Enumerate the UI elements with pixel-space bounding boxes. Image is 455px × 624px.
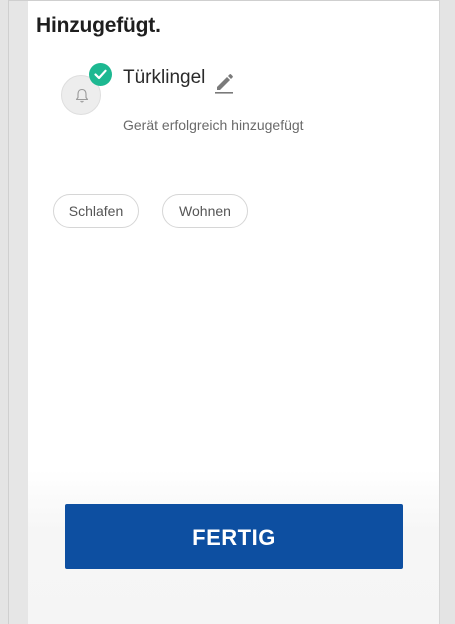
status-text: Gerät erfolgreich hinzugefügt [123,117,304,133]
page-title: Hinzugefügt. [36,14,161,37]
top-divider [9,0,439,1]
done-button[interactable]: FERTIG [65,504,403,569]
right-edge [439,0,455,624]
app-frame: Hinzugefügt. Türklingel Gerät erfolgreic… [0,0,455,624]
bell-icon [75,88,89,103]
check-circle-icon [89,63,112,86]
device-name: Türklingel [123,67,206,88]
left-edge [0,0,9,624]
room-chip-wohnen[interactable]: Wohnen [162,194,248,228]
pencil-icon[interactable] [213,70,235,94]
room-chip-schlafen[interactable]: Schlafen [53,194,139,228]
